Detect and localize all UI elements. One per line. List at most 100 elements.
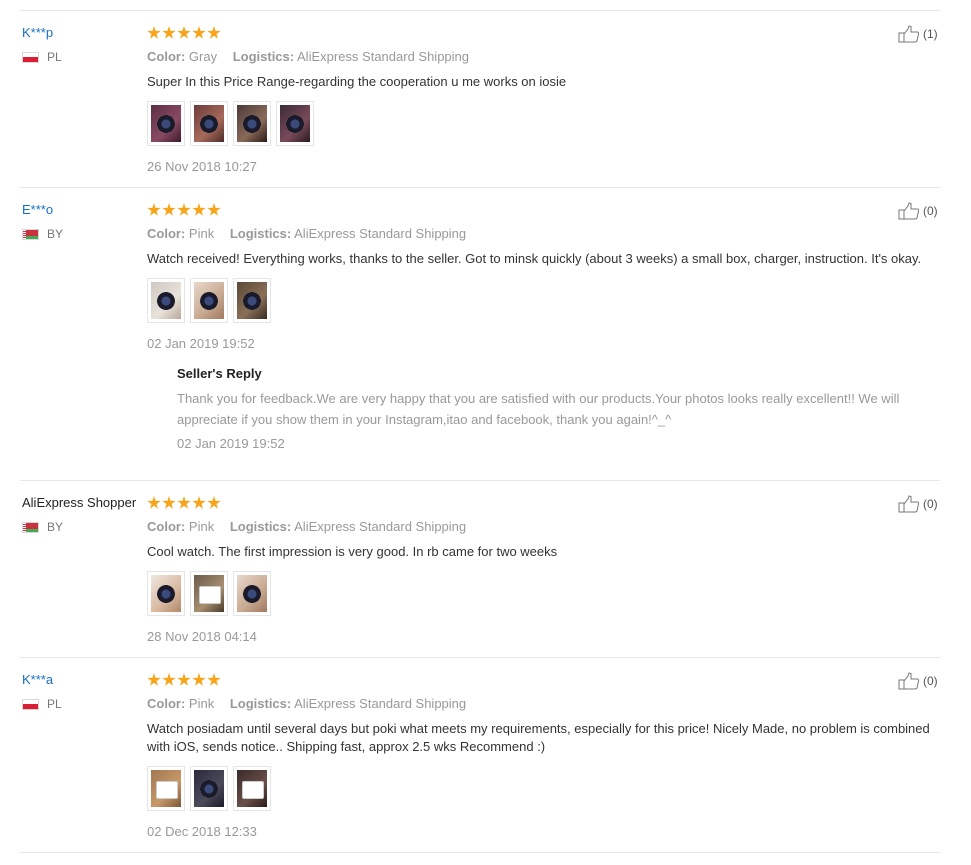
review-photos	[147, 571, 937, 616]
color-value: Gray	[188, 49, 218, 64]
poland-flag-icon	[22, 51, 39, 63]
reviewer-name[interactable]: K***p	[22, 25, 62, 41]
reviewer-country: BY	[22, 520, 136, 534]
review-photo[interactable]	[233, 571, 271, 616]
divider	[20, 10, 940, 11]
logistics-label: Logistics:	[232, 49, 295, 64]
review-date: 26 Nov 2018 10:27	[147, 159, 257, 174]
star-icon	[192, 496, 206, 509]
logistics-value: AliExpress Standard Shipping	[297, 49, 470, 64]
star-icon	[147, 673, 161, 686]
thumbs-up-icon	[898, 495, 920, 513]
star-icon	[162, 673, 176, 686]
seller-reply-date: 02 Jan 2019 19:52	[177, 436, 285, 451]
review-photo[interactable]	[190, 101, 228, 146]
star-icon	[162, 26, 176, 39]
review-photo[interactable]	[190, 278, 228, 323]
order-info: Color: Pink Logistics: AliExpress Standa…	[147, 226, 937, 242]
star-icon	[207, 26, 221, 39]
review-body: Color: Pink Logistics: AliExpress Standa…	[147, 495, 937, 645]
reviewer-name[interactable]: K***a	[22, 672, 62, 688]
thumbs-up-icon	[898, 672, 920, 690]
review-photo[interactable]	[233, 766, 271, 811]
review-photo[interactable]	[276, 101, 314, 146]
review-date: 02 Jan 2019 19:52	[147, 336, 255, 351]
helpful-button[interactable]: (0)	[898, 672, 938, 690]
review-photo[interactable]	[147, 571, 185, 616]
divider	[20, 187, 940, 188]
review-photo[interactable]	[147, 766, 185, 811]
divider	[20, 852, 940, 853]
reviewer-info: E***o BY	[22, 202, 63, 241]
review-body: Color: Pink Logistics: AliExpress Standa…	[147, 672, 937, 840]
star-icon	[147, 26, 161, 39]
order-info: Color: Pink Logistics: AliExpress Standa…	[147, 519, 937, 535]
review-text: Watch posiadam until several days but po…	[147, 721, 930, 754]
order-info: Color: Gray Logistics: AliExpress Standa…	[147, 49, 937, 65]
color-label: Color:	[147, 519, 186, 534]
divider	[20, 657, 940, 658]
helpful-button[interactable]: (0)	[898, 495, 938, 513]
review-text: Watch received! Everything works, thanks…	[147, 251, 922, 266]
review-photo[interactable]	[190, 571, 228, 616]
logistics-label: Logistics:	[229, 226, 292, 241]
poland-flag-icon	[22, 698, 39, 710]
review-text: Cool watch. The first impression is very…	[147, 544, 558, 559]
helpful-button[interactable]: (1)	[898, 25, 938, 43]
star-icon	[192, 26, 206, 39]
logistics-value: AliExpress Standard Shipping	[294, 696, 467, 711]
star-rating	[147, 672, 937, 688]
logistics-value: AliExpress Standard Shipping	[294, 519, 467, 534]
star-rating	[147, 25, 937, 41]
review-photo[interactable]	[233, 278, 271, 323]
review-photo[interactable]	[233, 101, 271, 146]
review-photo[interactable]	[190, 766, 228, 811]
review-photo[interactable]	[147, 278, 185, 323]
color-label: Color:	[147, 696, 186, 711]
belarus-flag-icon	[22, 521, 39, 533]
star-icon	[177, 673, 191, 686]
color-value: Pink	[188, 519, 215, 534]
country-code: PL	[47, 50, 62, 64]
logistics-value: AliExpress Standard Shipping	[294, 226, 467, 241]
star-icon	[207, 203, 221, 216]
star-rating	[147, 202, 937, 218]
review-photos	[147, 766, 937, 811]
star-rating	[147, 495, 937, 511]
order-info: Color: Pink Logistics: AliExpress Standa…	[147, 696, 937, 712]
star-icon	[207, 673, 221, 686]
color-value: Pink	[188, 226, 215, 241]
divider	[20, 480, 940, 481]
logistics-label: Logistics:	[229, 696, 292, 711]
reviewer-info: K***p PL	[22, 25, 62, 64]
logistics-label: Logistics:	[229, 519, 292, 534]
review-photos	[147, 101, 937, 146]
star-icon	[162, 203, 176, 216]
review-date: 28 Nov 2018 04:14	[147, 629, 257, 644]
reviewer-info: AliExpress Shopper BY	[22, 495, 136, 534]
reviewer-country: BY	[22, 227, 63, 241]
review-photos	[147, 278, 937, 323]
review-body: Color: Gray Logistics: AliExpress Standa…	[147, 25, 937, 175]
star-icon	[147, 496, 161, 509]
belarus-flag-icon	[22, 228, 39, 240]
reviewer-name[interactable]: E***o	[22, 202, 63, 218]
review-date: 02 Dec 2018 12:33	[147, 824, 257, 839]
thumbs-up-icon	[898, 202, 920, 220]
country-code: PL	[47, 697, 62, 711]
star-icon	[192, 203, 206, 216]
star-icon	[192, 673, 206, 686]
color-label: Color:	[147, 226, 186, 241]
color-value: Pink	[188, 696, 215, 711]
reviewer-country: PL	[22, 50, 62, 64]
review-photo[interactable]	[147, 101, 185, 146]
helpful-button[interactable]: (0)	[898, 202, 938, 220]
review-text: Super In this Price Range-regarding the …	[147, 74, 567, 89]
star-icon	[177, 26, 191, 39]
seller-reply-text: Thank you for feedback.We are very happy…	[177, 391, 900, 427]
country-code: BY	[47, 520, 64, 534]
reviewer-name: AliExpress Shopper	[22, 495, 137, 510]
helpful-count: (1)	[923, 27, 938, 41]
helpful-count: (0)	[923, 204, 938, 218]
star-icon	[207, 496, 221, 509]
